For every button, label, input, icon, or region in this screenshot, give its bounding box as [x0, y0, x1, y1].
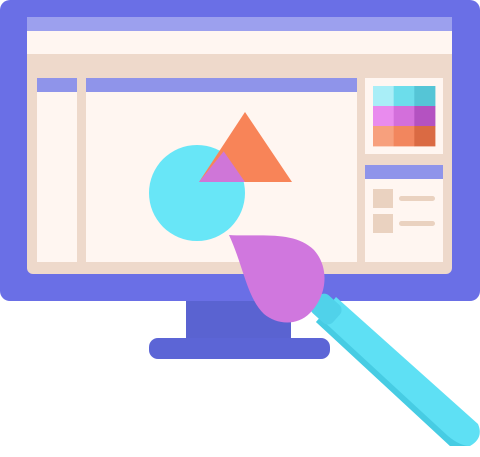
- palette-swatch: [393, 106, 415, 127]
- layers-panel-body: [365, 165, 443, 262]
- color-palette-panel: [365, 78, 443, 154]
- window-title-strip: [27, 17, 452, 31]
- layer-thumbnail-1: [373, 189, 393, 208]
- palette-swatch: [373, 126, 395, 147]
- palette-swatch: [414, 126, 436, 147]
- layers-panel-header: [365, 165, 443, 179]
- brush-handle: [316, 297, 480, 446]
- palette-swatch: [414, 86, 436, 107]
- canvas-panel: [86, 78, 357, 262]
- palette-swatch: [414, 106, 436, 127]
- canvas-header: [86, 78, 357, 92]
- palette-swatch: [373, 106, 395, 127]
- palette-swatch: [393, 86, 415, 107]
- palette-swatch: [373, 86, 395, 107]
- layers-panel: [365, 165, 443, 262]
- layer-label-line-2: [399, 221, 435, 226]
- left-panel-body: [37, 78, 77, 262]
- design-software-illustration: [0, 0, 480, 446]
- palette-swatches: [373, 86, 436, 147]
- palette-swatch: [393, 126, 415, 147]
- left-panel-header: [37, 78, 77, 92]
- layer-thumbnail-2: [373, 214, 393, 233]
- left-tools-panel: [37, 78, 77, 262]
- monitor-base: [149, 338, 330, 359]
- layer-label-line-1: [399, 196, 435, 201]
- window-title-bar: [27, 31, 452, 54]
